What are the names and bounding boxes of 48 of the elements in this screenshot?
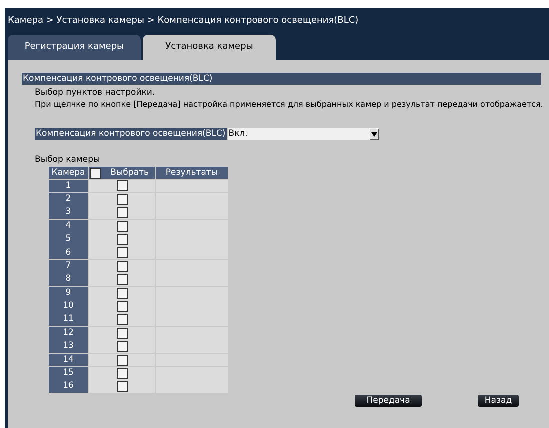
- camera-number-cell: 13: [49, 340, 88, 354]
- column-header: Выбрать: [110, 166, 149, 180]
- checkbox[interactable]: [116, 300, 128, 312]
- camera-number-cell: 9: [49, 286, 88, 300]
- checkbox[interactable]: [116, 180, 128, 192]
- checkbox[interactable]: [116, 328, 128, 339]
- camera-number-cell: 3: [49, 206, 88, 220]
- setting-dropdown[interactable]: Вкл.: [228, 128, 379, 140]
- tab[interactable]: Регистрация камеры: [8, 35, 141, 60]
- tab[interactable]: Установка камеры: [143, 35, 276, 60]
- column-header: Камера: [49, 167, 88, 179]
- instruction-text: При щелчке по кнопке [Передача] настройка применяется для выбранных камер и результат передачи отображается.: [35, 99, 544, 111]
- checkbox[interactable]: [116, 194, 128, 205]
- camera-number-cell: 16: [49, 380, 88, 394]
- dropdown-arrow-icon: [370, 128, 379, 140]
- camera-number-cell: 6: [49, 246, 88, 260]
- checkbox[interactable]: [116, 314, 128, 326]
- checkbox[interactable]: [116, 234, 128, 245]
- camera-number-cell: 15: [49, 366, 88, 380]
- camera-number-cell: 1: [49, 180, 88, 192]
- checkbox[interactable]: [116, 274, 128, 286]
- send-button[interactable]: Передача: [355, 395, 422, 408]
- camera-number-cell: 2: [49, 192, 88, 206]
- camera-number-cell: 4: [49, 220, 88, 233]
- checkbox[interactable]: [116, 341, 128, 352]
- checkbox[interactable]: [116, 368, 128, 379]
- checkbox[interactable]: [116, 381, 128, 392]
- camera-number-cell: 5: [49, 233, 88, 246]
- camera-number-cell: 12: [49, 326, 88, 340]
- camera-number-cell: 7: [49, 260, 88, 273]
- checkbox[interactable]: [116, 247, 128, 258]
- checkbox[interactable]: [116, 220, 128, 232]
- setting-label: Компенсация контрового освещения(BLC): [35, 128, 227, 140]
- checkbox[interactable]: [116, 207, 128, 218]
- camera-number-cell: 11: [49, 313, 88, 326]
- section-header: Компенсация контрового освещения(BLC): [22, 73, 541, 85]
- checkbox[interactable]: [116, 288, 128, 299]
- column-header: Результаты: [156, 167, 228, 179]
- camera-number-cell: 14: [49, 354, 88, 366]
- checkbox[interactable]: [90, 168, 101, 178]
- camera-number-cell: 10: [49, 300, 88, 313]
- breadcrumb: Камера > Установка камеры > Компенсация контрового освещения(BLC): [7, 14, 360, 28]
- back-button[interactable]: Назад: [478, 395, 519, 408]
- camera-select-title: Выбор камеры: [35, 154, 102, 166]
- checkbox[interactable]: [116, 260, 128, 272]
- instruction-text: Выбор пунктов настройки.: [35, 87, 156, 99]
- checkbox[interactable]: [116, 354, 128, 366]
- camera-number-cell: 8: [49, 273, 88, 286]
